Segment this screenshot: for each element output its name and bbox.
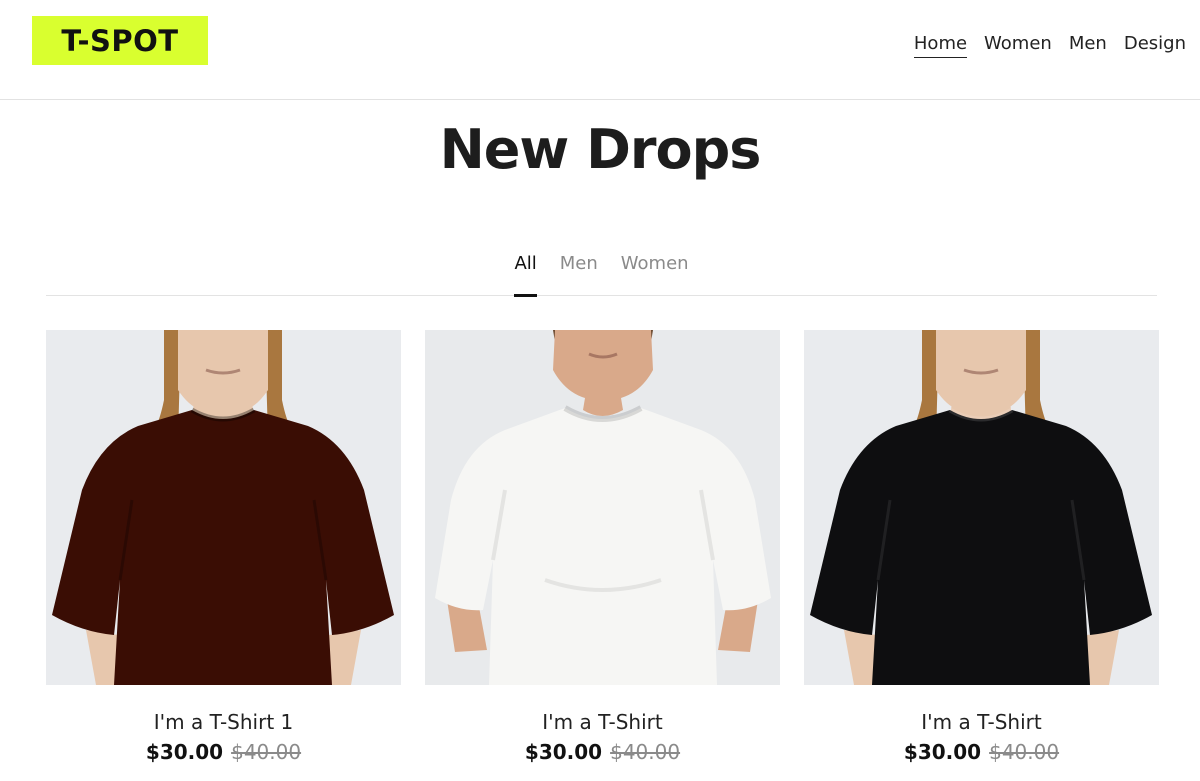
- product-old-price: $40.00: [610, 740, 681, 764]
- product-price: $30.00: [145, 740, 224, 764]
- tab-men[interactable]: Men: [560, 253, 598, 296]
- product-prices: $30.00 $40.00: [46, 740, 401, 764]
- product-price: $30.00: [524, 740, 603, 764]
- nav-link-women[interactable]: Women: [984, 33, 1052, 58]
- product-prices: $30.00 $40.00: [804, 740, 1159, 764]
- tab-all[interactable]: All: [514, 253, 538, 297]
- product-image[interactable]: [46, 330, 401, 685]
- product-card[interactable]: I'm a T-Shirt 1 $30.00 $40.00: [46, 330, 401, 764]
- product-price: $30.00: [903, 740, 982, 764]
- product-prices: $30.00 $40.00: [425, 740, 780, 764]
- nav-link-men[interactable]: Men: [1069, 33, 1107, 58]
- product-old-price: $40.00: [989, 740, 1060, 764]
- filter-tabs: All Men Women: [46, 253, 1157, 297]
- tshirt-model-man-white: [425, 330, 780, 685]
- product-name[interactable]: I'm a T-Shirt: [425, 710, 780, 734]
- logo-text: T-SPOT: [61, 23, 179, 58]
- product-card[interactable]: I'm a T-Shirt $30.00 $40.00: [804, 330, 1159, 764]
- product-image[interactable]: [804, 330, 1159, 685]
- product-card[interactable]: I'm a T-Shirt $30.00 $40.00: [425, 330, 780, 764]
- page-title: New Drops: [439, 118, 762, 181]
- nav-link-home[interactable]: Home: [913, 33, 968, 58]
- tab-women[interactable]: Women: [621, 253, 689, 296]
- brand-logo[interactable]: T-SPOT: [32, 16, 208, 65]
- product-old-price: $40.00: [231, 740, 302, 764]
- product-name[interactable]: I'm a T-Shirt 1: [46, 710, 401, 734]
- product-image[interactable]: [425, 330, 780, 685]
- tshirt-model-woman-black: [804, 330, 1159, 685]
- nav-link-design[interactable]: Design: [1124, 33, 1186, 58]
- product-grid: I'm a T-Shirt 1 $30.00 $40.00 I'm a T-Shi…: [46, 330, 1159, 764]
- main-nav: Home Women Men Design: [913, 33, 1186, 58]
- tshirt-model-woman-brown: [46, 330, 401, 685]
- site-header: T-SPOT Home Women Men Design: [0, 0, 1200, 100]
- product-name[interactable]: I'm a T-Shirt: [804, 710, 1159, 734]
